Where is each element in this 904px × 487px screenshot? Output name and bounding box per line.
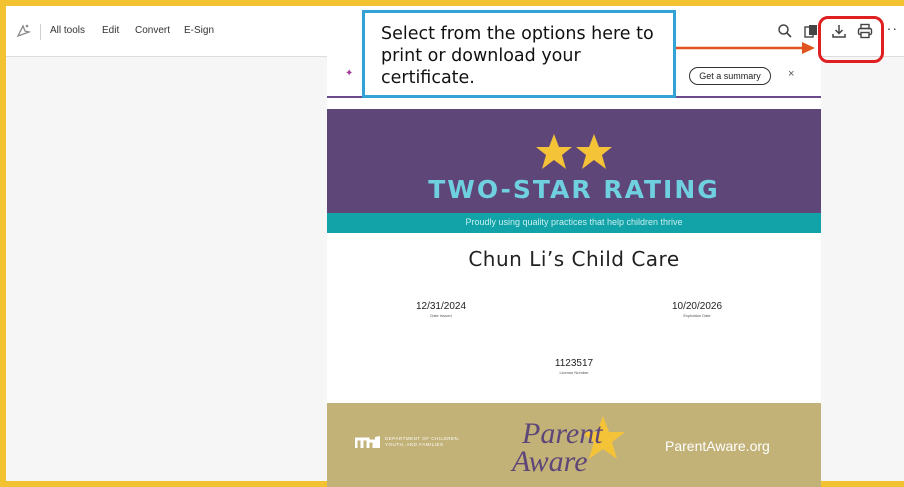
instruction-callout: Select from the options here to print or… <box>362 10 676 98</box>
menu-edit[interactable]: Edit <box>102 25 119 36</box>
certificate-footer: DEPARTMENT OF CHILDREN, YOUTH, AND FAMIL… <box>327 403 821 487</box>
provider-name: Chun Li’s Child Care <box>468 247 680 271</box>
department-name: DEPARTMENT OF CHILDREN, YOUTH, AND FAMIL… <box>385 436 461 447</box>
tagline: Proudly using quality practices that hel… <box>465 217 683 227</box>
expiration-date-label: Expiration Date <box>683 313 711 318</box>
ai-assistant-icon[interactable] <box>14 22 32 40</box>
date-issued-field: 12/31/2024 Date Issued <box>401 301 481 318</box>
date-issued-value: 12/31/2024 <box>415 301 467 312</box>
rating-banner: TWO-STAR RATING <box>327 109 821 213</box>
arrow-pointer-icon <box>676 42 815 54</box>
get-summary-button[interactable]: Get a summary <box>689 67 771 85</box>
expiration-date-value: 10/20/2026 <box>671 301 723 312</box>
parent-aware-logo: Parent Aware <box>512 413 632 479</box>
menu-convert[interactable]: Convert <box>135 25 170 36</box>
license-number-value: 1123517 <box>554 358 594 369</box>
sparkle-icon: ✦ <box>345 68 354 79</box>
two-stars-icon <box>536 134 612 169</box>
website-link[interactable]: ParentAware.org <box>665 438 770 454</box>
download-print-highlight <box>818 16 884 63</box>
menu-e-sign[interactable]: E-Sign <box>184 25 214 36</box>
expiration-date-field: 10/20/2026 Expiration Date <box>657 301 737 318</box>
logo-aware-text: Aware <box>512 445 588 478</box>
tagline-band: Proudly using quality practices that hel… <box>327 213 821 233</box>
license-number-field: 1123517 License Number <box>534 358 614 375</box>
toolbar-separator <box>40 24 41 40</box>
date-issued-label: Date Issued <box>430 313 452 318</box>
search-icon[interactable] <box>776 22 794 40</box>
minnesota-logo-icon <box>355 436 380 448</box>
close-icon[interactable]: × <box>788 68 794 80</box>
rating-title: TWO-STAR RATING <box>428 175 720 204</box>
menu-all-tools[interactable]: All tools <box>50 25 85 36</box>
certificate-page: ✦ Get a summary × TWO-STAR RATING Proudl… <box>327 55 821 487</box>
license-number-label: License Number <box>559 370 589 375</box>
